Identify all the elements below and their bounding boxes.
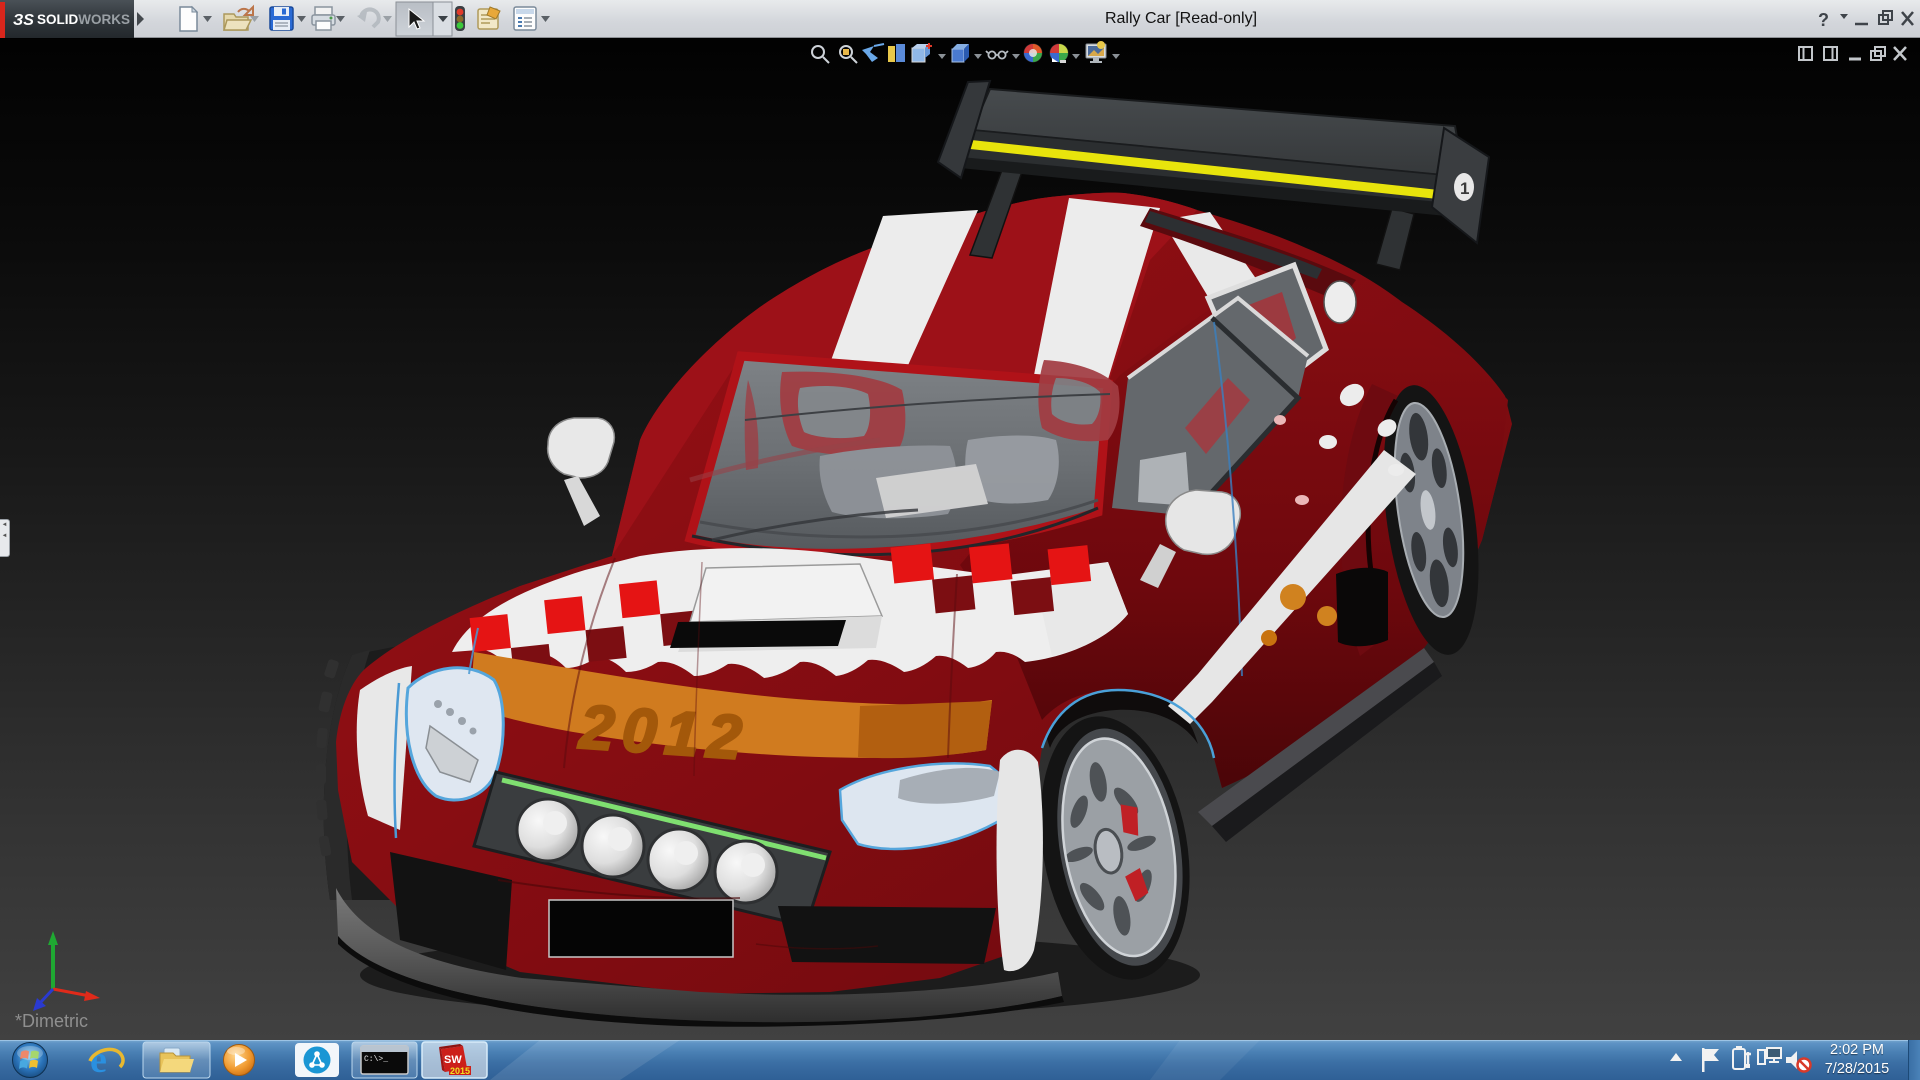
svg-text:2012: 2012 xyxy=(577,693,752,774)
svg-text:2015: 2015 xyxy=(450,1066,470,1076)
svg-text:C:\>_: C:\>_ xyxy=(364,1055,388,1064)
svg-text:SW: SW xyxy=(444,1054,462,1066)
svg-text:e: e xyxy=(90,1040,107,1080)
svg-text:1: 1 xyxy=(1460,179,1469,198)
